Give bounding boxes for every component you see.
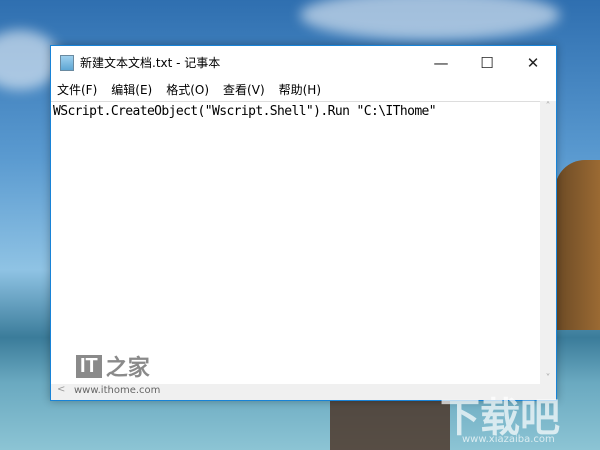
ithome-url: www.ithome.com [74,385,161,396]
rock-arch [555,160,600,330]
title-bar[interactable]: 新建文本文档.txt - 记事本 — ☐ ✕ [51,46,556,79]
maximize-button[interactable]: ☐ [464,46,510,79]
scroll-left-icon[interactable]: < [57,384,65,395]
notepad-icon [60,54,74,71]
xiazaiba-url: www.xiazaiba.com [462,434,555,445]
text-editor[interactable]: WScript.CreateObject("Wscript.Shell").Ru… [51,101,540,384]
cloud [300,0,560,40]
menu-format[interactable]: 格式(O) [166,81,209,98]
ithome-logo: IT [76,354,102,378]
scroll-up-icon[interactable]: ˄ [540,101,556,112]
menu-bar: 文件(F) 编辑(E) 格式(O) 查看(V) 帮助(H) [51,79,556,100]
scroll-down-icon[interactable]: ˅ [540,373,556,384]
menu-help[interactable]: 帮助(H) [279,81,321,98]
minimize-button[interactable]: — [418,46,464,79]
menu-view[interactable]: 查看(V) [223,81,265,98]
menu-file[interactable]: 文件(F) [57,81,97,98]
ithome-watermark: IT 之家 [76,350,150,382]
vertical-scrollbar[interactable]: ˄ ˅ [540,101,556,384]
window-title: 新建文本文档.txt - 记事本 [80,56,221,70]
close-button[interactable]: ✕ [510,46,556,79]
ithome-logo-cn: 之家 [105,356,150,381]
notepad-window: 新建文本文档.txt - 记事本 — ☐ ✕ 文件(F) 编辑(E) 格式(O)… [50,45,557,401]
menu-edit[interactable]: 编辑(E) [111,81,152,98]
rock-reflection [330,401,450,450]
